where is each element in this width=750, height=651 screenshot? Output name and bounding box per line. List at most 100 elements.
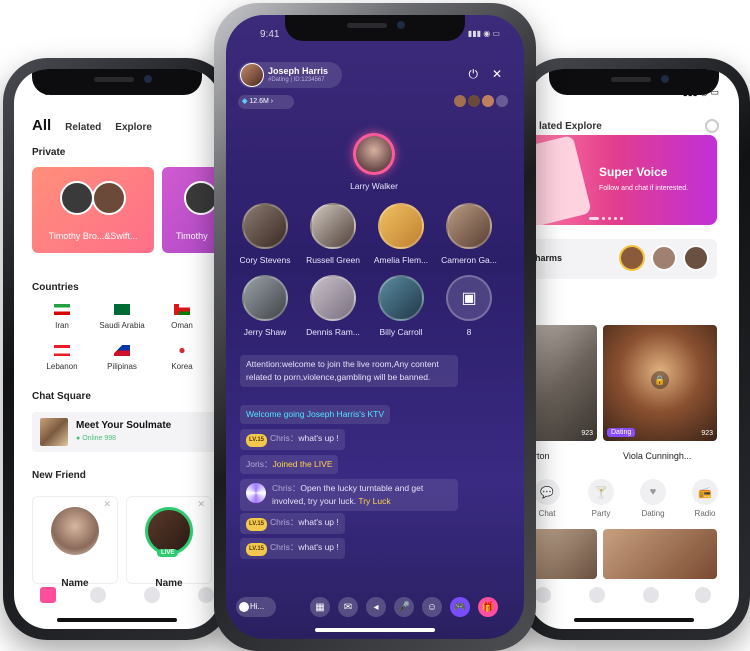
add-icon[interactable]: [144, 587, 160, 603]
mic-seat[interactable]: Russell Green: [298, 203, 368, 265]
gift-icon[interactable]: 🎁: [478, 597, 498, 617]
seat-name: Cory Stevens: [239, 255, 291, 265]
radio-icon: 📻: [692, 479, 718, 505]
mail-icon[interactable]: ✉: [338, 597, 358, 617]
avatar: [310, 275, 356, 321]
game-icon[interactable]: 🎮: [450, 597, 470, 617]
country-oman[interactable]: Oman: [152, 304, 212, 330]
host-seat[interactable]: Larry Walker: [339, 133, 409, 191]
home-icon[interactable]: [40, 587, 56, 603]
people-icon: [496, 95, 508, 107]
live-badge: LIVE: [157, 549, 179, 557]
category-dating[interactable]: ♥ Dating: [633, 479, 673, 518]
message-icon[interactable]: [643, 587, 659, 603]
mic-seat[interactable]: Amelia Flem...: [366, 203, 436, 265]
banner-subtitle: Follow and chat if interested.: [599, 185, 689, 192]
tab-bar[interactable]: lated Explore: [539, 121, 602, 132]
avatar: [353, 133, 395, 175]
gems-counter[interactable]: ◆ 12.6M ›: [238, 95, 294, 109]
seat-name: Jerry Shaw: [243, 327, 287, 337]
charms-row[interactable]: harms: [529, 239, 717, 279]
tab-explore[interactable]: Explore: [115, 122, 152, 133]
avatar: [60, 181, 94, 215]
category-radio[interactable]: 📻 Radio: [685, 479, 725, 518]
private-room-card[interactable]: Timothy Bro...&Swift...: [32, 167, 154, 253]
country-pilipinas[interactable]: Pilipinas: [92, 345, 152, 371]
message-icon[interactable]: [198, 587, 214, 603]
room-card[interactable]: [603, 529, 717, 579]
mic-seat[interactable]: Dennis Ram...: [298, 275, 368, 337]
chat-square-card[interactable]: Meet Your Soulmate ● Online 998: [32, 412, 220, 452]
private-card-label: Timothy: [176, 231, 208, 241]
room-card[interactable]: 🔒 Dating 923: [603, 325, 717, 441]
room-card[interactable]: [529, 529, 597, 579]
flag-icon: [174, 304, 190, 315]
flag-icon: [54, 304, 70, 315]
mic-icon[interactable]: 🎤: [394, 597, 414, 617]
mic-seat[interactable]: Jerry Shaw: [230, 275, 300, 337]
mic-seat[interactable]: Cameron Ga...: [434, 203, 504, 265]
friend-card[interactable]: ✕ LIVE Name: [126, 496, 212, 589]
tab-all[interactable]: All: [32, 117, 51, 134]
tab-related[interactable]: Related: [65, 122, 101, 133]
top-actions: ⏻ ✕: [468, 67, 502, 82]
try-luck-link[interactable]: Try Luck: [358, 496, 390, 506]
voice-room-screen: 9:41 ▮▮▮ ◉ ▭ Joseph Harris #Dating | ID:…: [226, 15, 524, 639]
host-info[interactable]: Joseph Harris #Dating | ID:1234567: [238, 62, 342, 88]
search-icon[interactable]: [705, 119, 719, 133]
avatar: [482, 95, 494, 107]
control-bar: Hi... ▦ ✉ ◂ 🎤 ☺ 🎮 🎁: [236, 595, 514, 619]
right-screen: ▮▮▮ ◉ ▭ lated Explore Super Voice Follow…: [529, 69, 739, 629]
close-icon[interactable]: ✕: [197, 499, 205, 510]
private-room-card[interactable]: Timothy: [162, 167, 220, 253]
status-time: 9:41: [260, 29, 280, 40]
chat-message: LV.15 Chris：what's up !: [240, 538, 345, 559]
category-badge: Dating: [607, 428, 636, 437]
grid-icon[interactable]: ▦: [310, 597, 330, 617]
viewer-count: 923: [581, 430, 593, 437]
close-icon[interactable]: ✕: [103, 499, 111, 510]
right-phone: ▮▮▮ ◉ ▭ lated Explore Super Voice Follow…: [518, 58, 750, 640]
add-icon[interactable]: [589, 587, 605, 603]
mic-seat[interactable]: Cory Stevens: [230, 203, 300, 265]
seat-name: Larry Walker: [350, 181, 398, 191]
category-party[interactable]: 🍸 Party: [581, 479, 621, 518]
charms-label: harms: [535, 253, 563, 263]
close-icon[interactable]: ✕: [492, 67, 502, 82]
avatar: [468, 95, 480, 107]
seat-number: 8: [466, 327, 472, 337]
country-lebanon[interactable]: Lebanon: [32, 345, 92, 371]
sofa-icon: ▣: [446, 275, 492, 321]
country-saudi-arabia[interactable]: Saudi Arabia: [92, 304, 152, 330]
friend-card[interactable]: ✕ Name: [32, 496, 118, 589]
discover-icon[interactable]: [535, 587, 551, 603]
chat-input[interactable]: Hi...: [236, 597, 276, 617]
audience-avatars[interactable]: [454, 95, 508, 107]
avatar: [683, 245, 709, 271]
mic-seat[interactable]: Billy Carroll: [366, 275, 436, 337]
country-korea[interactable]: Korea: [152, 345, 212, 371]
country-label: Korea: [171, 362, 193, 371]
power-icon[interactable]: ⏻: [468, 67, 478, 82]
private-card-label: Timothy Bro...&Swift...: [48, 231, 138, 241]
profile-icon[interactable]: [695, 587, 711, 603]
promo-banner[interactable]: Super Voice Follow and chat if intereste…: [529, 135, 717, 225]
lock-icon: 🔒: [651, 371, 669, 389]
bottom-nav: [529, 583, 739, 609]
room-card[interactable]: 923: [529, 325, 597, 441]
home-indicator: [574, 618, 694, 622]
chat-bubble-icon: [239, 602, 249, 612]
seat-name: Cameron Ga...: [441, 255, 497, 265]
home-indicator: [315, 628, 435, 632]
diamond-icon: ◆: [242, 98, 248, 105]
speaker-icon[interactable]: ◂: [366, 597, 386, 617]
heart-icon: ♥: [640, 479, 666, 505]
empty-seat[interactable]: ▣ 8: [434, 275, 504, 337]
center-phone: 9:41 ▮▮▮ ◉ ▭ Joseph Harris #Dating | ID:…: [214, 3, 536, 651]
country-iran[interactable]: Iran: [32, 304, 92, 330]
avatar: [378, 275, 424, 321]
left-phone: 9:41 All Related Explore Private Timothy…: [3, 58, 231, 640]
discover-icon[interactable]: [90, 587, 106, 603]
phone-illustration: [529, 135, 592, 225]
emoji-icon[interactable]: ☺: [422, 597, 442, 617]
